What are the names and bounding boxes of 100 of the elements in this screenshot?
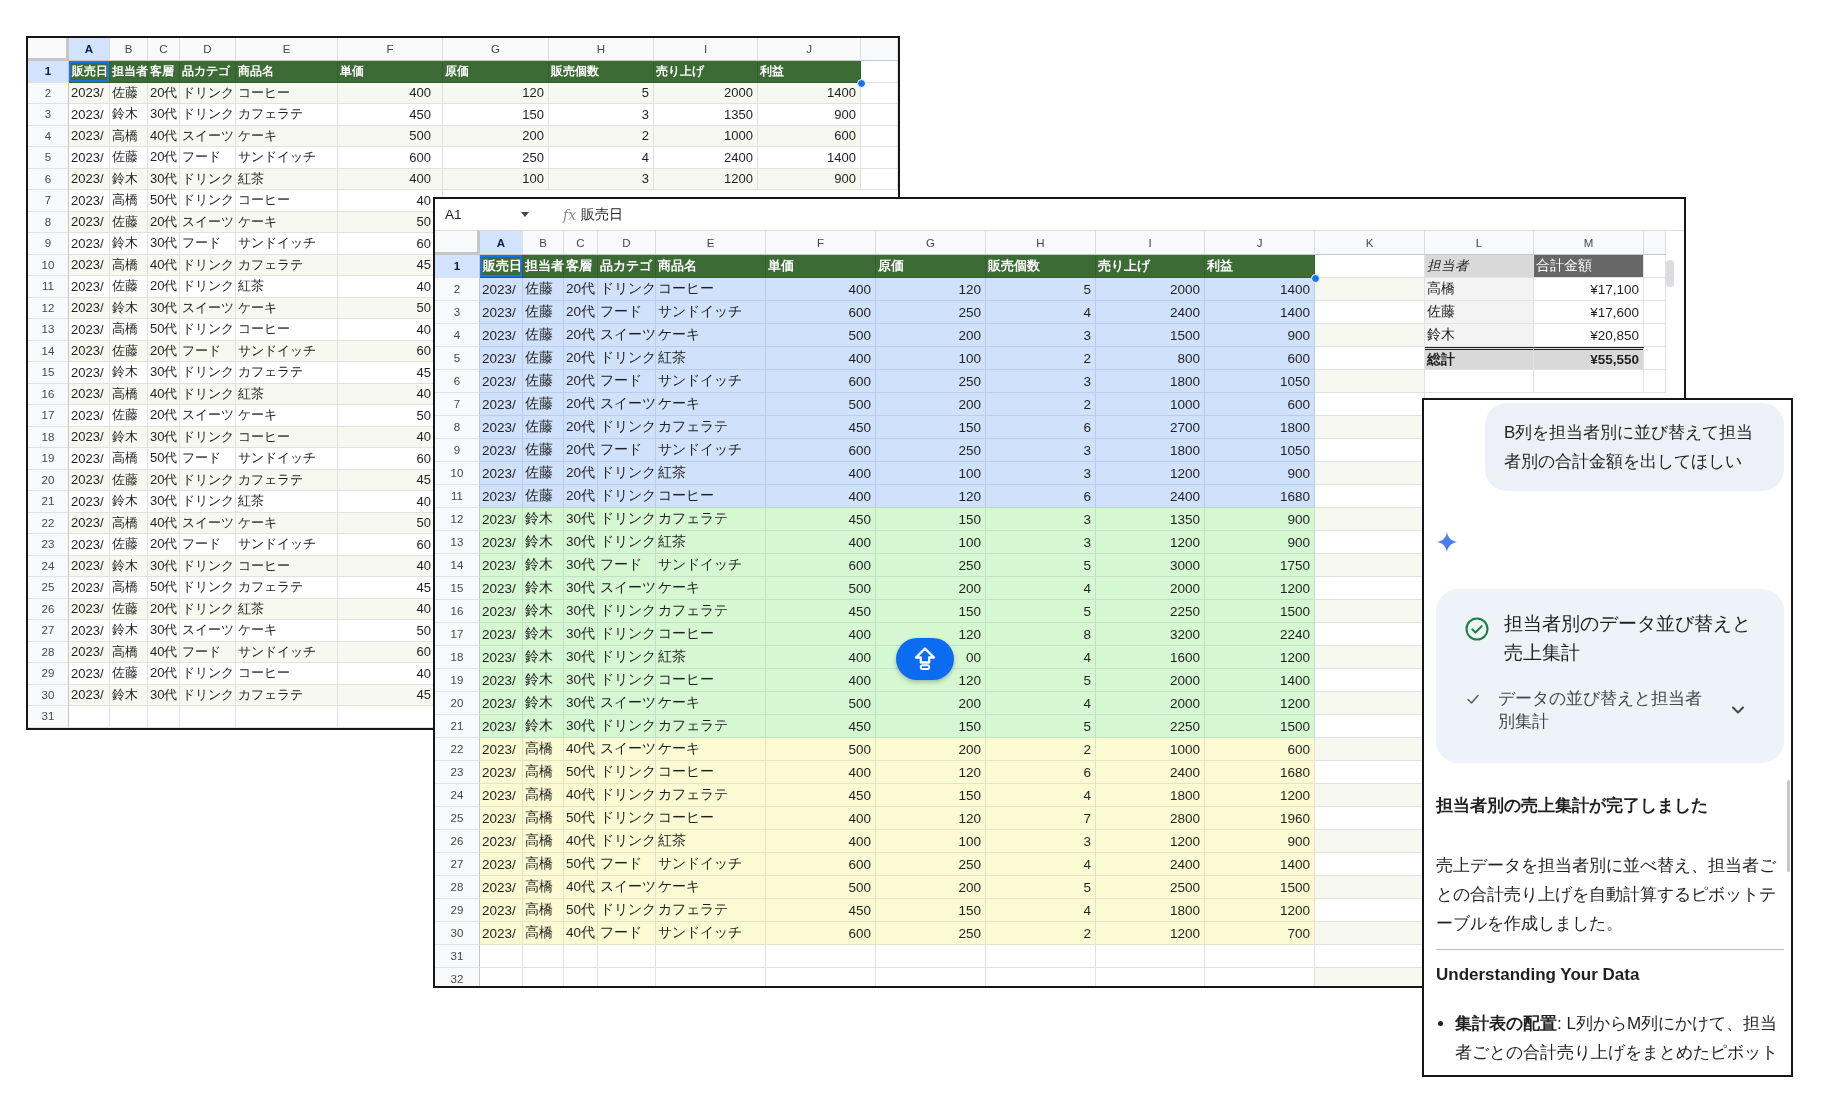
row-number[interactable]: 26 bbox=[435, 830, 480, 853]
row-number[interactable]: 17 bbox=[435, 623, 480, 646]
scrollbar-thumb[interactable] bbox=[1787, 780, 1790, 872]
row-number[interactable]: 6 bbox=[28, 168, 69, 190]
row-number[interactable]: 24 bbox=[435, 784, 480, 807]
row-number[interactable]: 18 bbox=[28, 426, 69, 448]
row-number[interactable]: 11 bbox=[28, 276, 69, 298]
column-header[interactable]: J bbox=[1205, 231, 1315, 255]
row-number[interactable]: 19 bbox=[28, 448, 69, 470]
row-number[interactable]: 4 bbox=[435, 324, 480, 347]
row-number[interactable]: 22 bbox=[435, 738, 480, 761]
column-header[interactable]: B bbox=[523, 231, 564, 255]
row-number[interactable]: 30 bbox=[435, 922, 480, 945]
row-number[interactable]: 2 bbox=[28, 82, 69, 104]
row-number[interactable]: 31 bbox=[435, 945, 480, 968]
row-number[interactable]: 22 bbox=[28, 512, 69, 534]
row-number[interactable]: 23 bbox=[435, 761, 480, 784]
column-header[interactable] bbox=[1644, 231, 1666, 255]
row-number[interactable]: 7 bbox=[435, 393, 480, 416]
row-number[interactable]: 6 bbox=[435, 370, 480, 393]
row-number[interactable]: 1 bbox=[435, 255, 480, 278]
row-number[interactable]: 31 bbox=[28, 706, 69, 728]
row-number[interactable]: 15 bbox=[28, 362, 69, 384]
row-number[interactable]: 23 bbox=[28, 534, 69, 556]
row-number[interactable]: 29 bbox=[435, 899, 480, 922]
column-header[interactable]: K bbox=[1315, 231, 1425, 255]
table-cell: 50代 bbox=[148, 190, 180, 212]
row-number[interactable]: 30 bbox=[28, 684, 69, 706]
row-number[interactable]: 8 bbox=[435, 416, 480, 439]
row-number[interactable]: 14 bbox=[435, 554, 480, 577]
row-number[interactable]: 7 bbox=[28, 190, 69, 212]
row-number[interactable]: 5 bbox=[435, 347, 480, 370]
sparkle-icon bbox=[1437, 532, 1457, 552]
column-header[interactable]: D bbox=[180, 38, 236, 61]
row-number[interactable]: 19 bbox=[435, 669, 480, 692]
row-number[interactable]: 5 bbox=[28, 147, 69, 169]
row-number[interactable]: 28 bbox=[435, 876, 480, 899]
row-number[interactable]: 24 bbox=[28, 555, 69, 577]
row-number[interactable]: 25 bbox=[435, 807, 480, 830]
row-number[interactable]: 8 bbox=[28, 211, 69, 233]
column-header[interactable]: C bbox=[148, 38, 180, 61]
row-number[interactable]: 16 bbox=[435, 600, 480, 623]
row-number[interactable]: 18 bbox=[435, 646, 480, 669]
row-number[interactable]: 13 bbox=[435, 531, 480, 554]
column-header[interactable]: C bbox=[564, 231, 598, 255]
column-header[interactable]: H bbox=[549, 38, 654, 61]
row-number[interactable]: 15 bbox=[435, 577, 480, 600]
row-number[interactable]: 21 bbox=[28, 491, 69, 513]
row-number[interactable]: 28 bbox=[28, 641, 69, 663]
row-number[interactable]: 20 bbox=[28, 469, 69, 491]
row-number[interactable]: 10 bbox=[28, 254, 69, 276]
column-header[interactable]: G bbox=[876, 231, 986, 255]
select-all-corner[interactable] bbox=[28, 38, 69, 61]
column-header[interactable]: J bbox=[758, 38, 861, 61]
row-number[interactable]: 27 bbox=[28, 620, 69, 642]
column-header[interactable]: A bbox=[69, 38, 110, 61]
row-number[interactable]: 10 bbox=[435, 462, 480, 485]
column-header[interactable]: E bbox=[236, 38, 338, 61]
empty-cell bbox=[148, 706, 180, 728]
scrollbar-thumb[interactable] bbox=[1666, 260, 1674, 287]
row-number[interactable]: 32 bbox=[435, 968, 480, 986]
row-number[interactable]: 26 bbox=[28, 598, 69, 620]
row-number[interactable]: 3 bbox=[435, 301, 480, 324]
row-number[interactable]: 12 bbox=[435, 508, 480, 531]
dropdown-caret-icon[interactable] bbox=[521, 212, 529, 217]
column-header[interactable]: F bbox=[766, 231, 876, 255]
row-number[interactable]: 20 bbox=[435, 692, 480, 715]
row-number[interactable]: 16 bbox=[28, 383, 69, 405]
row-number[interactable]: 9 bbox=[435, 439, 480, 462]
column-header[interactable]: I bbox=[654, 38, 758, 61]
row-number[interactable]: 9 bbox=[28, 233, 69, 255]
row-number[interactable]: 12 bbox=[28, 297, 69, 319]
formula-input[interactable]: 販売日 bbox=[581, 205, 624, 224]
row-number[interactable]: 1 bbox=[28, 61, 69, 83]
column-header[interactable]: M bbox=[1534, 231, 1644, 255]
row-number[interactable]: 11 bbox=[435, 485, 480, 508]
select-all-corner[interactable] bbox=[435, 231, 480, 255]
column-header[interactable]: E bbox=[656, 231, 766, 255]
row-number[interactable]: 14 bbox=[28, 340, 69, 362]
column-header[interactable]: B bbox=[110, 38, 148, 61]
column-header[interactable]: G bbox=[443, 38, 549, 61]
row-number[interactable]: 17 bbox=[28, 405, 69, 427]
column-header[interactable]: L bbox=[1425, 231, 1534, 255]
column-header[interactable]: H bbox=[986, 231, 1096, 255]
row-number[interactable]: 29 bbox=[28, 663, 69, 685]
table-cell: 2023/ bbox=[69, 620, 110, 642]
row-number[interactable]: 27 bbox=[435, 853, 480, 876]
row-number[interactable]: 13 bbox=[28, 319, 69, 341]
table-cell: カフェラテ bbox=[236, 254, 338, 276]
row-number[interactable]: 3 bbox=[28, 104, 69, 126]
column-header[interactable]: I bbox=[1096, 231, 1205, 255]
column-header[interactable]: D bbox=[598, 231, 656, 255]
column-header[interactable]: F bbox=[338, 38, 443, 61]
row-number[interactable]: 4 bbox=[28, 125, 69, 147]
column-header[interactable]: A bbox=[480, 231, 523, 255]
row-number[interactable]: 25 bbox=[28, 577, 69, 599]
column-header[interactable] bbox=[861, 38, 898, 61]
row-number[interactable]: 21 bbox=[435, 715, 480, 738]
row-number[interactable]: 2 bbox=[435, 278, 480, 301]
chevron-down-icon[interactable] bbox=[1732, 706, 1744, 714]
